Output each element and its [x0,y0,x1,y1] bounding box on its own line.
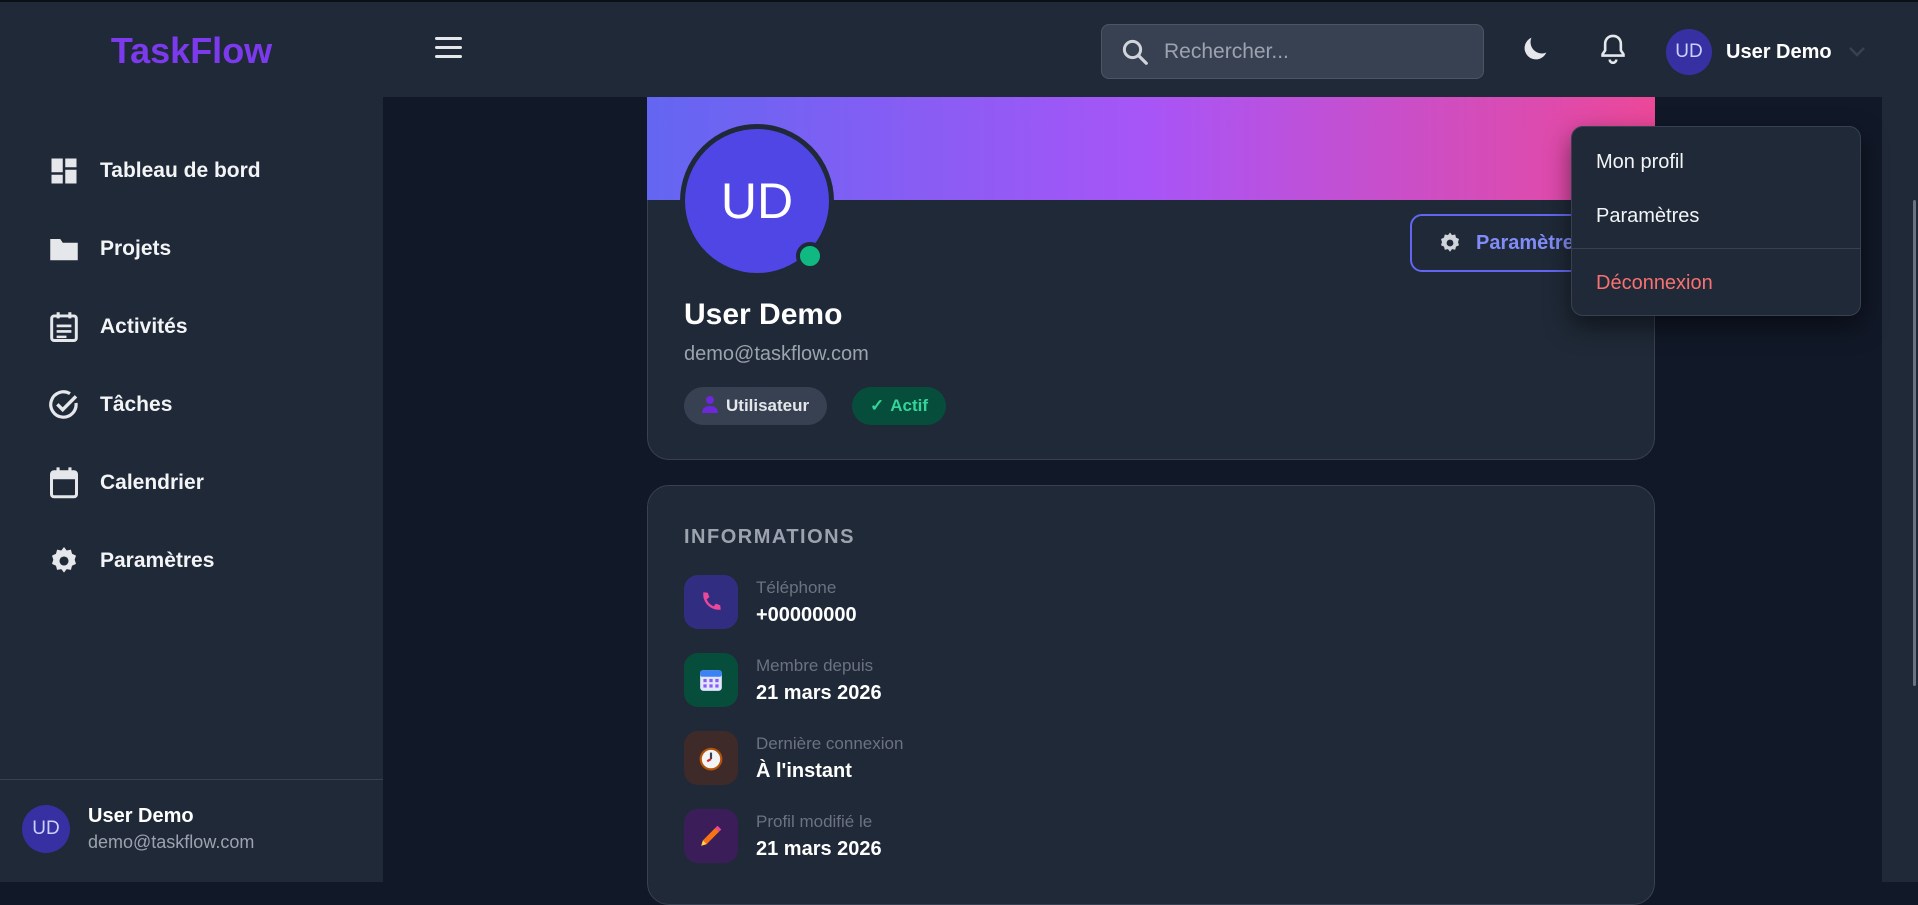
sidebar-item-activities[interactable]: Activités [48,303,188,351]
settings-button-label: Paramètres [1476,231,1585,254]
search-input[interactable] [1162,38,1466,65]
notifications-button[interactable] [1597,32,1629,71]
info-value: 21 mars 2026 [756,681,882,704]
folder-icon [48,233,80,265]
info-value: +00000000 [756,603,857,626]
calendar-icon [48,467,80,499]
profile-name: User Demo [684,298,843,331]
sidebar-item-tasks[interactable]: Tâches [48,381,172,429]
avatar: UD [1666,29,1712,75]
menu-item-settings[interactable]: Paramètres [1596,205,1699,228]
role-badge-label: Utilisateur [726,396,810,415]
search-box[interactable] [1101,24,1484,79]
info-row-member-since: Membre depuis 21 mars 2026 [684,653,882,707]
sidebar-item-projects[interactable]: Projets [48,225,171,273]
theme-toggle-button[interactable] [1518,32,1552,71]
activity-icon [48,311,80,343]
info-value: À l'instant [756,759,852,782]
sidebar-item-label: Paramètres [100,549,215,572]
brand-logo[interactable]: TaskFlow [0,2,383,99]
information-title: INFORMATIONS [684,526,855,548]
top-bar: TaskFlow UD User Demo [0,0,1918,99]
menu-toggle-button[interactable] [433,34,465,62]
info-label: Téléphone [756,577,837,597]
info-label: Dernière connexion [756,733,904,753]
task-check-icon [48,389,80,421]
sidebar-item-label: Tâches [100,393,173,416]
menu-divider [1572,248,1860,249]
check-icon: ✓ [870,396,885,415]
user-menu-button[interactable]: UD User Demo [1666,28,1866,76]
sidebar-divider [0,779,383,780]
avatar: UD [22,805,70,853]
menu-item-my-profile[interactable]: Mon profil [1596,151,1684,174]
user-dropdown-menu: Mon profil Paramètres Déconnexion [1571,126,1861,316]
sidebar-item-label: Projets [100,237,172,260]
profile-email: demo@taskflow.com [684,343,869,365]
search-icon [1122,39,1148,65]
scrollbar-thumb[interactable] [1913,200,1916,686]
sidebar-item-settings[interactable]: Paramètres [48,537,214,585]
info-label: Membre depuis [756,655,874,675]
sidebar: Tableau de bord Projets Activités Tâches… [0,97,383,882]
menu-item-logout[interactable]: Déconnexion [1596,272,1713,295]
sidebar-item-dashboard[interactable]: Tableau de bord [48,147,261,195]
sidebar-item-calendar[interactable]: Calendrier [48,459,204,507]
status-badge: ✓ Actif [852,387,947,425]
info-row-profile-modified: Profil modifié le 21 mars 2026 [684,809,882,863]
info-row-phone: Téléphone +00000000 [684,575,857,629]
pencil-icon [684,809,738,863]
info-label: Profil modifié le [756,811,873,831]
info-value: 21 mars 2026 [756,837,882,860]
user-icon [702,395,718,418]
sidebar-user-card[interactable]: UD User Demo demo@taskflow.com [22,805,254,853]
hamburger-icon [435,37,462,58]
sidebar-user-name: User Demo [88,805,194,827]
sidebar-user-email: demo@taskflow.com [88,832,255,852]
info-row-last-login: Dernière connexion À l'instant [684,731,903,785]
chevron-down-icon [1848,47,1865,57]
sidebar-item-label: Calendrier [100,471,204,494]
gear-icon [1441,232,1459,252]
phone-icon [684,575,738,629]
gear-icon [48,545,80,577]
sidebar-item-label: Tableau de bord [100,159,261,182]
moon-icon [1524,37,1547,60]
clock-icon [684,731,738,785]
dashboard-icon [48,155,80,187]
role-badge: Utilisateur [684,387,828,425]
status-badge-label: Actif [890,396,929,415]
bell-icon [1601,34,1625,64]
sidebar-item-label: Activités [100,315,188,338]
calendar-emoji-icon [684,653,738,707]
online-status-dot [796,242,824,270]
user-name: User Demo [1726,40,1832,63]
